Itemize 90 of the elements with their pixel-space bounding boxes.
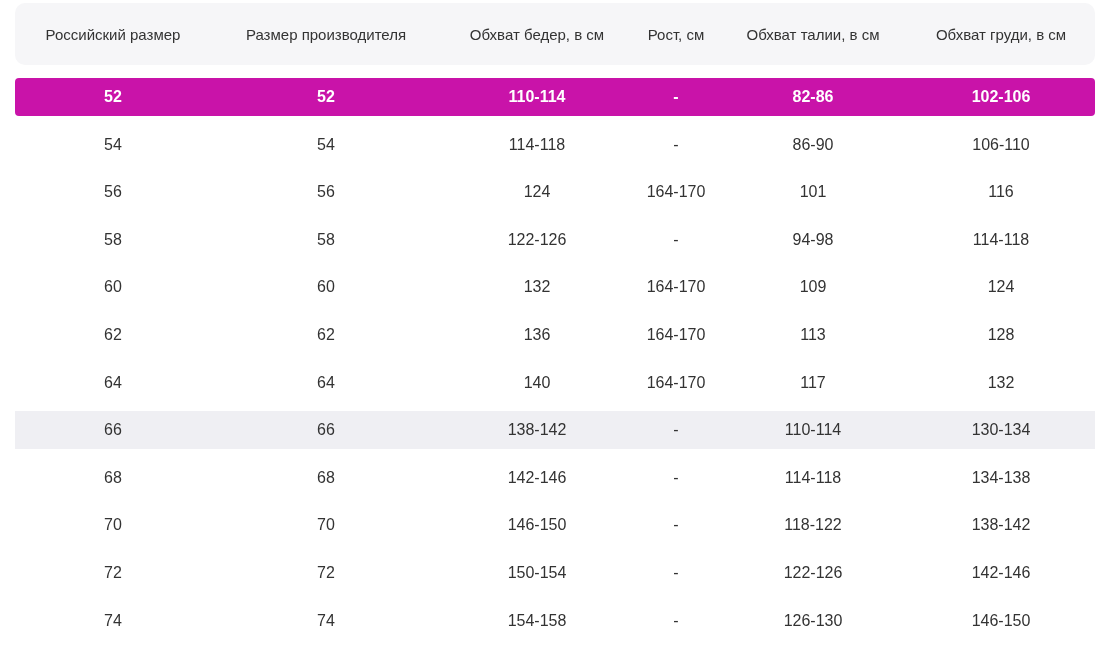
table-cell-text: - — [672, 516, 680, 535]
table-row[interactable]: 54 54 114-118 - 86-90 106-110 — [15, 125, 1095, 164]
table-cell-text: 64 — [103, 373, 123, 392]
table-cell-text: 146-150 — [970, 611, 1032, 630]
table-cell-text: 142-146 — [506, 468, 568, 487]
table-cell-text: 110-114 — [507, 88, 567, 106]
table-cell-text: - — [672, 563, 680, 582]
table-cell-text: 74 — [316, 611, 336, 630]
table-cell-text: 116 — [987, 183, 1015, 202]
table-row[interactable]: 62 62 136 164-170 113 128 — [15, 315, 1095, 354]
table-cell-text: 70 — [103, 516, 123, 535]
table-cell-text: 110-114 — [783, 421, 843, 440]
table-row[interactable]: 70 70 146-150 - 118-122 138-142 — [15, 506, 1095, 545]
table-row[interactable]: 58 58 122-126 - 94-98 114-118 — [15, 220, 1095, 259]
table-row[interactable]: 60 60 132 164-170 109 124 — [15, 268, 1095, 307]
table-cell-text: 164-170 — [645, 183, 707, 202]
table-cell-text: 72 — [103, 563, 123, 582]
table-cell-text: - — [672, 88, 680, 106]
table-cell-text: 86-90 — [791, 135, 835, 154]
table-cell-text: 66 — [103, 421, 123, 440]
table-row[interactable]: 74 74 154-158 - 126-130 146-150 — [15, 601, 1095, 640]
table-cell-text: - — [672, 135, 680, 154]
table-cell-text: 122-126 — [782, 563, 844, 582]
table-cell-text: 132 — [522, 278, 552, 297]
table-cell-text: 52 — [103, 88, 123, 106]
table-cell-text: 128 — [986, 325, 1016, 344]
table-cell-text: 101 — [798, 183, 828, 202]
table-cell-text: 82-86 — [791, 88, 835, 106]
column-header: Российский размер — [44, 25, 182, 43]
table-cell-text: 113 — [799, 325, 827, 344]
table-cell-text: 136 — [522, 325, 552, 344]
table-cell-text: 54 — [103, 135, 123, 154]
table-cell-text: 124 — [522, 183, 552, 202]
table-row[interactable]: 72 72 150-154 - 122-126 142-146 — [15, 553, 1095, 592]
table-cell-text: 64 — [316, 373, 336, 392]
table-cell-text: 106-110 — [971, 135, 1031, 154]
table-cell-text: 56 — [103, 183, 123, 202]
table-cell-text: 102-106 — [970, 88, 1032, 106]
table-cell-text: 154-158 — [506, 611, 568, 630]
table-cell-text: 66 — [316, 421, 336, 440]
table-cell-text: 70 — [316, 516, 336, 535]
table-row[interactable]: 52 52 110-114 - 82-86 102-106 — [15, 78, 1095, 116]
table-row[interactable]: 66 66 138-142 - 110-114 130-134 — [15, 411, 1095, 450]
table-cell-text: 126-130 — [782, 611, 844, 630]
table-cell-text: 58 — [316, 230, 336, 249]
table-cell-text: 52 — [316, 88, 336, 106]
table-cell-text: 122-126 — [506, 230, 568, 249]
table-cell-text: 138-142 — [506, 421, 568, 440]
column-header: Обхват груди, в см — [934, 25, 1068, 43]
table-cell-text: 138-142 — [970, 516, 1032, 535]
table-cell-text: 132 — [986, 373, 1016, 392]
table-cell-text: 114-118 — [783, 468, 843, 487]
column-header: Обхват талии, в см — [745, 25, 881, 43]
table-row[interactable]: 64 64 140 164-170 117 132 — [15, 363, 1095, 402]
table-cell-text: - — [672, 230, 680, 249]
table-cell-text: - — [672, 611, 680, 630]
table-cell-text: 142-146 — [970, 563, 1032, 582]
table-cell-text: 68 — [316, 468, 336, 487]
table-cell-text: 54 — [316, 135, 336, 154]
table-cell-text: - — [672, 421, 680, 440]
table-cell-text: 62 — [316, 325, 336, 344]
table-cell-text: 118-122 — [783, 516, 843, 535]
table-cell-text: 62 — [103, 325, 123, 344]
table-row[interactable]: 68 68 142-146 - 114-118 134-138 — [15, 458, 1095, 497]
table-cell-text: 146-150 — [506, 516, 568, 535]
table-cell-text: 56 — [316, 183, 336, 202]
table-cell-text: - — [672, 468, 680, 487]
table-cell-text: 94-98 — [791, 230, 835, 249]
table-cell-text: 140 — [522, 373, 552, 392]
column-header: Размер производителя — [244, 25, 408, 43]
column-header: Рост, см — [646, 25, 706, 43]
table-cell-text: 72 — [316, 563, 336, 582]
table-cell-text: 164-170 — [645, 373, 707, 392]
table-cell-text: 150-154 — [506, 563, 568, 582]
table-cell-text: 60 — [316, 278, 336, 297]
table-cell-text: 130-134 — [970, 421, 1032, 440]
table-cell-text: 164-170 — [645, 278, 707, 297]
table-cell-text: 134-138 — [970, 468, 1032, 487]
table-cell-text: 58 — [103, 230, 123, 249]
table-cell-text: 60 — [103, 278, 123, 297]
table-cell-text: 164-170 — [645, 325, 707, 344]
table-cell-text: 109 — [798, 278, 828, 297]
table-cell-text: 114-118 — [507, 135, 567, 154]
table-cell-text: 124 — [986, 278, 1016, 297]
column-header: Обхват бедер, в см — [468, 25, 606, 43]
table-cell-text: 74 — [103, 611, 123, 630]
table-cell-text: 68 — [103, 468, 123, 487]
table-cell-text: 114-118 — [971, 230, 1031, 249]
table-row[interactable]: 56 56 124 164-170 101 116 — [15, 173, 1095, 212]
table-cell-text: 117 — [799, 373, 827, 392]
